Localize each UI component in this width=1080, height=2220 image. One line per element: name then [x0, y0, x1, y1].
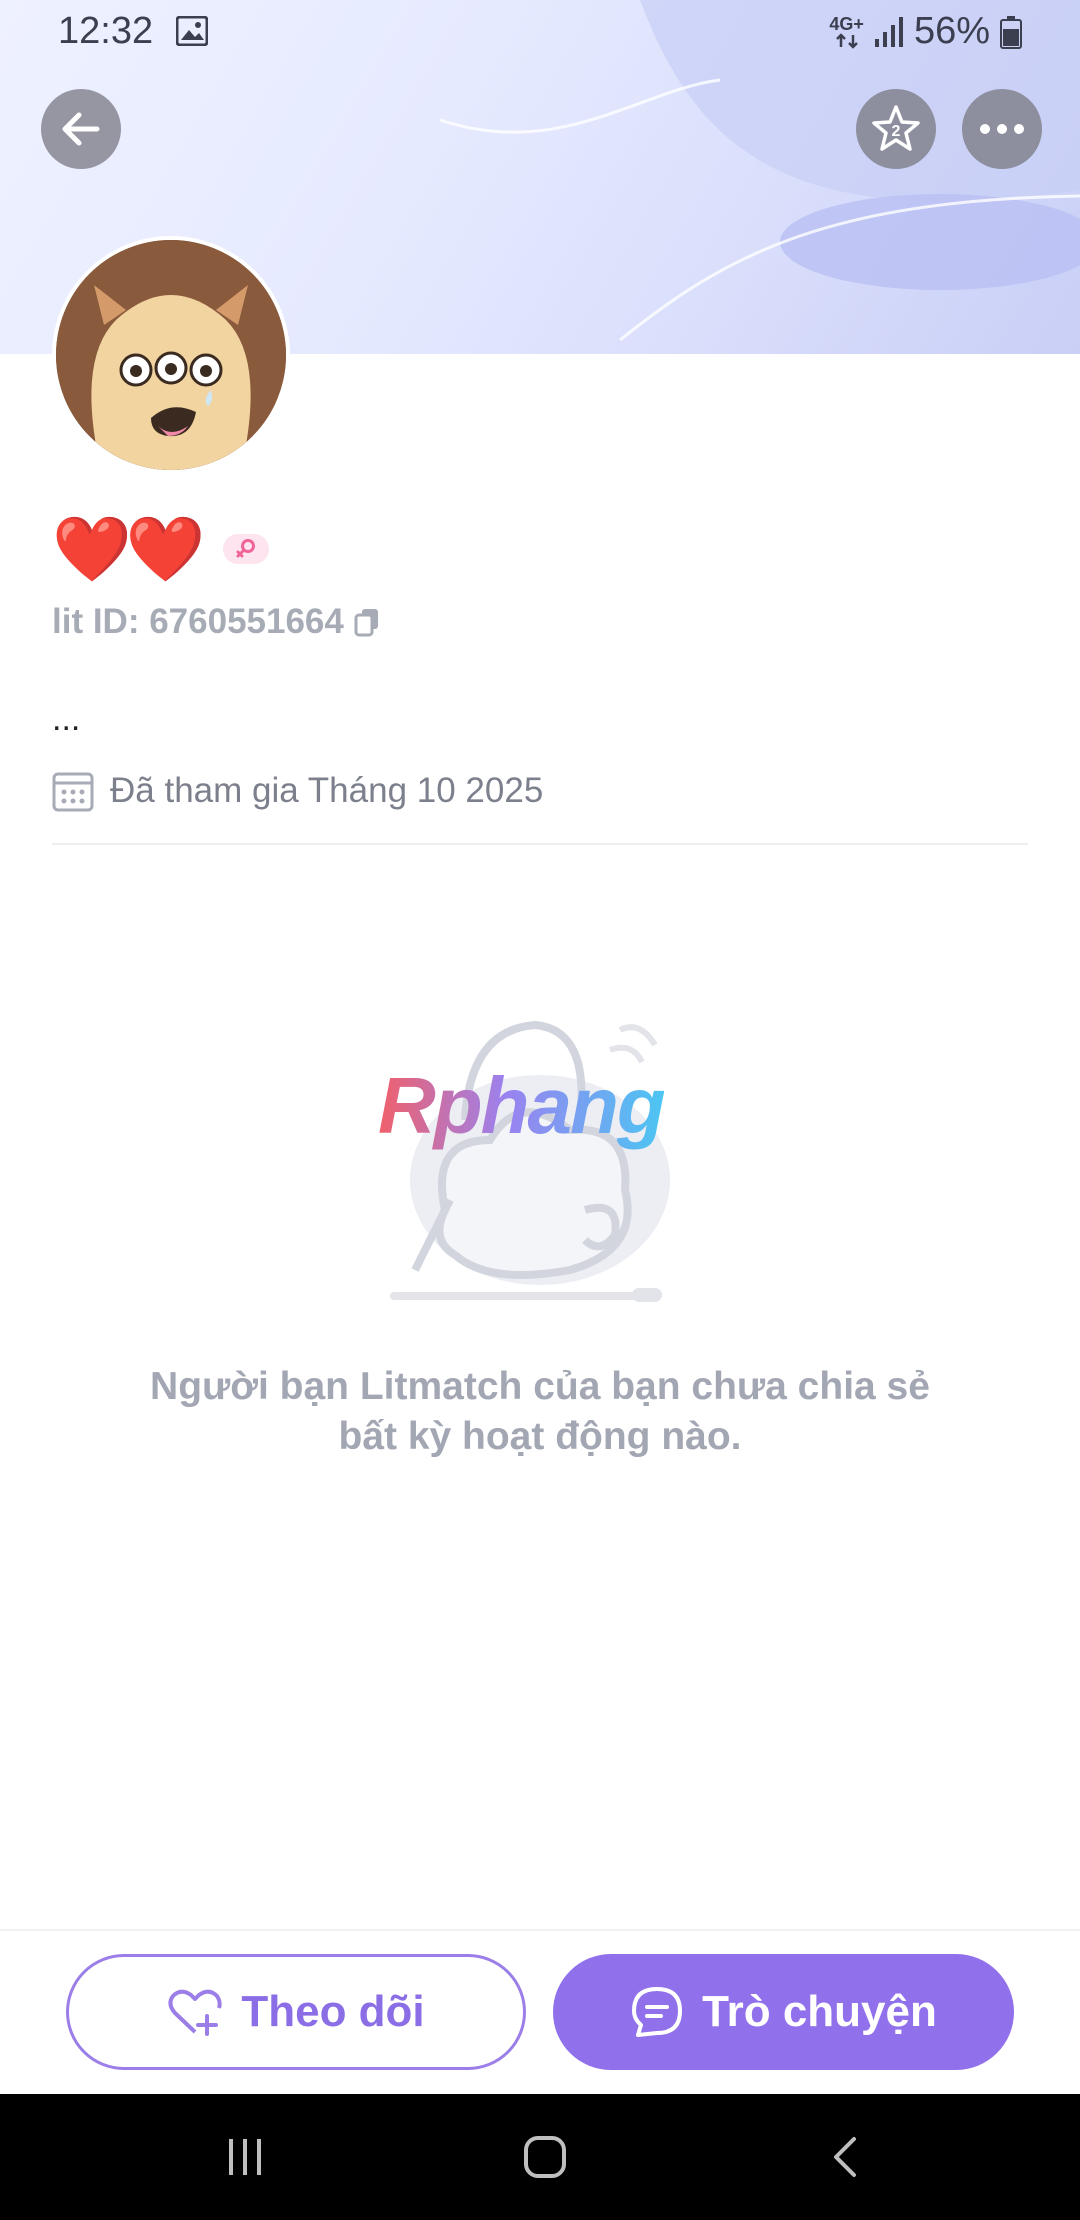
- avatar-creature-image: [56, 240, 286, 470]
- bottom-bar-divider: [0, 1929, 1080, 1931]
- heart-plus-icon: [168, 1989, 222, 2036]
- lit-id-row[interactable]: lit ID: 6760551664: [52, 602, 380, 642]
- battery-icon: [1000, 15, 1022, 49]
- signal-icon: [874, 16, 903, 47]
- svg-text:2: 2: [892, 123, 901, 140]
- chat-button[interactable]: Trò chuyện: [553, 1954, 1014, 2070]
- network-indicator: 4G+: [829, 15, 864, 49]
- copy-icon[interactable]: [354, 607, 380, 637]
- star-badge-icon: 2: [872, 105, 920, 151]
- network-type-label: 4G+: [829, 13, 864, 34]
- joined-date-row: Đã tham gia Tháng 10 2025: [52, 770, 543, 812]
- back-arrow-icon: [62, 112, 100, 146]
- lit-id-text: lit ID: 6760551664: [52, 602, 344, 641]
- follow-button[interactable]: Theo dõi: [66, 1954, 526, 2070]
- home-icon: [524, 2136, 566, 2178]
- section-divider: [52, 843, 1028, 845]
- status-time: 12:32: [58, 10, 154, 52]
- battery-percent: 56%: [913, 10, 990, 52]
- more-options-button[interactable]: [962, 89, 1042, 169]
- follow-button-label: Theo dõi: [241, 1987, 425, 2036]
- gender-badge: [223, 534, 270, 564]
- profile-bio: ...: [52, 700, 81, 738]
- joined-date-text: Đã tham gia Tháng 10 2025: [110, 771, 544, 810]
- chat-bubble-icon: [632, 1987, 683, 2037]
- calendar-icon: [52, 772, 94, 812]
- profile-name: ❤️❤️: [52, 513, 205, 585]
- recent-apps-button[interactable]: [200, 2094, 290, 2220]
- female-gender-icon: [236, 539, 256, 558]
- profile-name-row: ❤️❤️: [52, 513, 270, 585]
- status-indicators: 4G+ 56%: [829, 10, 1022, 53]
- recent-apps-icon: [229, 2139, 261, 2175]
- chat-button-label: Trò chuyện: [702, 1987, 937, 2036]
- home-button[interactable]: [500, 2094, 590, 2220]
- more-dots-icon: [980, 124, 1024, 134]
- empty-state-illustration: [390, 1020, 670, 1302]
- empty-state-message: Người bạn Litmatch của bạn chưa chia sẻ …: [150, 1365, 930, 1458]
- gallery-notification-icon: [176, 16, 208, 46]
- status-bar: 12:32 4G+ 56%: [0, 0, 1080, 66]
- favorite-button[interactable]: 2: [856, 89, 936, 169]
- system-navigation-bar: [0, 2094, 1080, 2220]
- back-button[interactable]: [41, 89, 121, 169]
- data-arrows-icon: [835, 32, 858, 49]
- system-back-icon: [834, 2137, 856, 2177]
- watermark-logo: Rphang: [378, 1061, 666, 1150]
- avatar[interactable]: [52, 236, 290, 474]
- system-back-button[interactable]: [800, 2094, 890, 2220]
